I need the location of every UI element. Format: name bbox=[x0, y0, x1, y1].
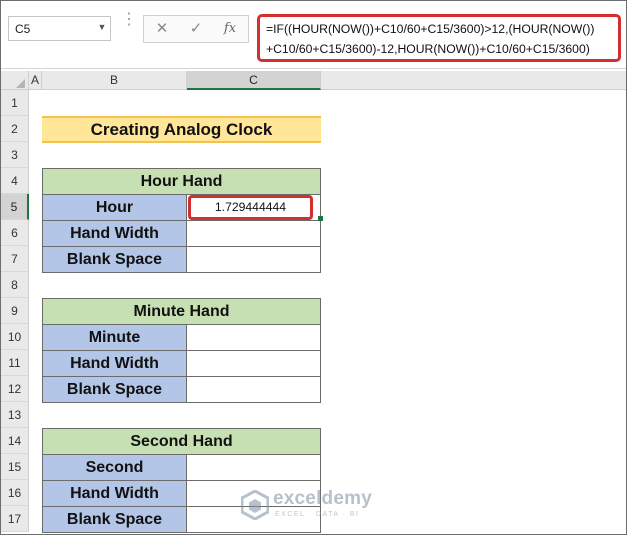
row-header-3[interactable]: 3 bbox=[1, 142, 29, 168]
formula-line-2: +C10/60+C15/3600)-12,HOUR(NOW())+C10/60+… bbox=[266, 42, 590, 56]
second-value-cell[interactable] bbox=[186, 454, 321, 481]
second-label[interactable]: Second bbox=[42, 454, 187, 481]
minute-hand-width-label[interactable]: Hand Width bbox=[42, 350, 187, 377]
row-header-8[interactable]: 8 bbox=[1, 272, 29, 298]
minute-label[interactable]: Minute bbox=[42, 324, 187, 351]
select-all-triangle-icon bbox=[16, 79, 25, 88]
cancel-icon[interactable]: ✕ bbox=[150, 19, 174, 39]
name-box-value: C5 bbox=[15, 22, 31, 36]
row-header-1[interactable]: 1 bbox=[1, 90, 29, 116]
second-hand-width-label[interactable]: Hand Width bbox=[42, 480, 187, 507]
row-header-2[interactable]: 2 bbox=[1, 116, 29, 142]
formula-bar-divider-icon[interactable]: ⋮ bbox=[121, 12, 137, 43]
minute-hand-width-cell[interactable] bbox=[186, 350, 321, 377]
hour-blank-space-label[interactable]: Blank Space bbox=[42, 246, 187, 273]
formula-bar-buttons: ✕ ✓ fx bbox=[143, 15, 249, 43]
minute-blank-space-label[interactable]: Blank Space bbox=[42, 376, 187, 403]
insert-function-icon[interactable]: fx bbox=[218, 19, 242, 39]
hour-hand-header[interactable]: Hour Hand bbox=[42, 168, 321, 195]
exceldemy-logo-icon bbox=[241, 490, 269, 520]
active-cell-c5[interactable]: 1.729444444 bbox=[188, 195, 313, 220]
exceldemy-watermark: exceldemy EXCEL · DATA · BI bbox=[241, 488, 391, 524]
row-header-11[interactable]: 11 bbox=[1, 350, 29, 376]
row-header-15[interactable]: 15 bbox=[1, 454, 29, 480]
row-header-4[interactable]: 4 bbox=[1, 168, 29, 194]
row-header-16[interactable]: 16 bbox=[1, 480, 29, 506]
minute-hand-header[interactable]: Minute Hand bbox=[42, 298, 321, 325]
minute-value-cell[interactable] bbox=[186, 324, 321, 351]
fill-handle[interactable] bbox=[318, 216, 323, 221]
second-blank-space-label[interactable]: Blank Space bbox=[42, 506, 187, 533]
column-header-c[interactable]: C bbox=[187, 71, 321, 90]
row-header-5[interactable]: 5 bbox=[1, 194, 29, 220]
column-header-a[interactable]: A bbox=[29, 71, 42, 90]
name-box[interactable]: C5 bbox=[8, 16, 111, 41]
watermark-name: exceldemy bbox=[273, 488, 372, 509]
row-header-12[interactable]: 12 bbox=[1, 376, 29, 402]
column-header-b[interactable]: B bbox=[42, 71, 187, 90]
chevron-down-icon[interactable]: ▼ bbox=[97, 21, 107, 33]
row-header-10[interactable]: 10 bbox=[1, 324, 29, 350]
row-header-9[interactable]: 9 bbox=[1, 298, 29, 324]
watermark-tagline: EXCEL · DATA · BI bbox=[275, 511, 360, 518]
sheet-title[interactable]: Creating Analog Clock bbox=[42, 116, 321, 143]
hour-hand-width-label[interactable]: Hand Width bbox=[42, 220, 187, 247]
row-header-6[interactable]: 6 bbox=[1, 220, 29, 246]
row-header-13[interactable]: 13 bbox=[1, 402, 29, 428]
hour-hand-width-cell[interactable] bbox=[186, 220, 321, 247]
column-header-filler bbox=[321, 71, 626, 90]
confirm-icon[interactable]: ✓ bbox=[184, 19, 208, 39]
hour-label[interactable]: Hour bbox=[42, 194, 187, 221]
row-header-7[interactable]: 7 bbox=[1, 246, 29, 272]
minute-blank-space-cell[interactable] bbox=[186, 376, 321, 403]
formula-input[interactable]: =IF((HOUR(NOW())+C10/60+C15/3600)>12,(HO… bbox=[257, 14, 621, 62]
hour-blank-space-cell[interactable] bbox=[186, 246, 321, 273]
second-hand-header[interactable]: Second Hand bbox=[42, 428, 321, 455]
row-header-14[interactable]: 14 bbox=[1, 428, 29, 454]
formula-line-1: =IF((HOUR(NOW())+C10/60+C15/3600)>12,(HO… bbox=[266, 22, 595, 36]
row-header-17[interactable]: 17 bbox=[1, 506, 29, 532]
